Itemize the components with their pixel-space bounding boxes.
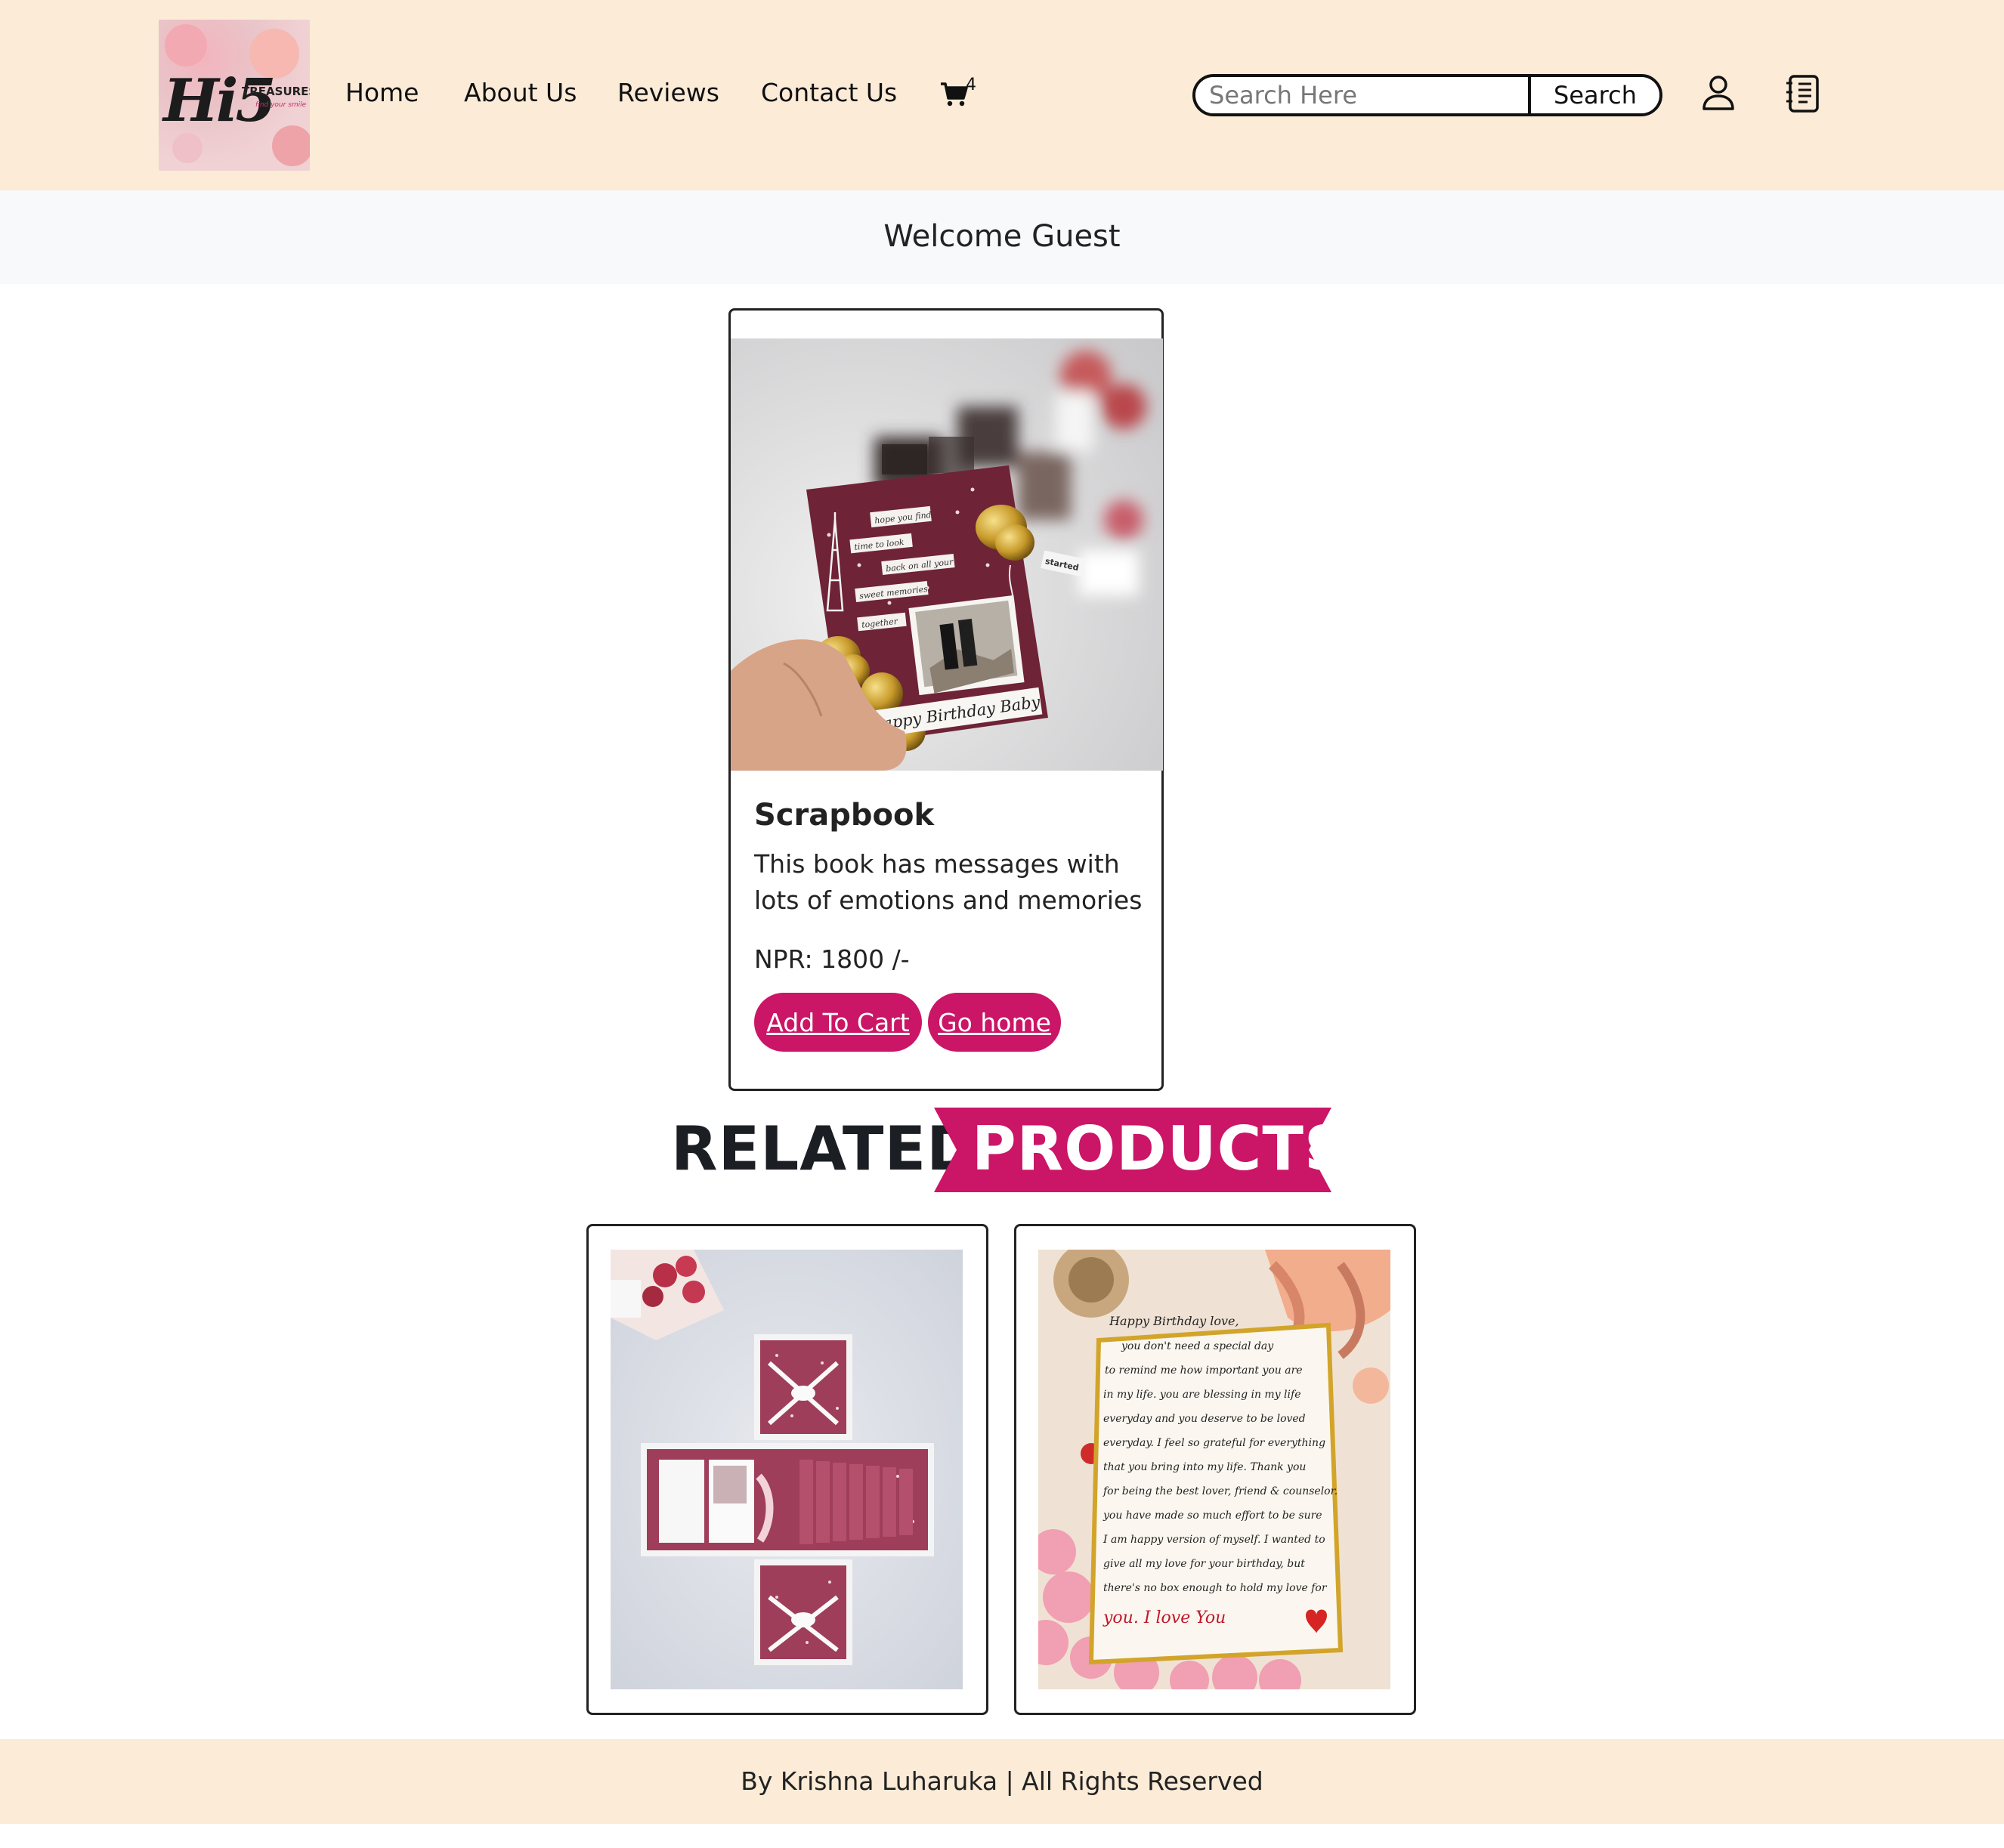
related-image-explosion-box[interactable]	[611, 1250, 963, 1689]
product-title: Scrapbook	[754, 798, 935, 833]
letter-line: give all my love for your birthday, but	[1103, 1558, 1305, 1570]
cart-count-badge: 4	[966, 76, 976, 94]
nav-reviews[interactable]: Reviews	[617, 78, 719, 107]
letter-line: everyday. I feel so grateful for everyth…	[1103, 1437, 1325, 1449]
letter-line: there's no box enough to hold my love fo…	[1103, 1582, 1328, 1594]
logo-sub-text: TREASURES	[242, 85, 310, 98]
cart-icon[interactable]	[940, 82, 969, 107]
go-home-button[interactable]: Go home	[928, 993, 1061, 1052]
welcome-text: Welcome Guest	[883, 219, 1121, 254]
logo-flower-decoration	[165, 24, 207, 66]
product-price: NPR: 1800 /-	[754, 944, 910, 974]
add-to-cart-button[interactable]: Add To Cart	[754, 993, 922, 1052]
nav-contact-us[interactable]: Contact Us	[761, 78, 897, 107]
nav-home[interactable]: Home	[345, 78, 419, 107]
letter-line: in my life. you are blessing in my life	[1103, 1389, 1300, 1401]
user-account-icon[interactable]	[1702, 76, 1735, 110]
related-image-love-letter[interactable]: Happy Birthday love, you don't need a sp…	[1038, 1250, 1390, 1689]
logo-flower-decoration	[172, 133, 203, 163]
letter-line: you don't need a special day	[1121, 1340, 1274, 1352]
orders-list-icon[interactable]	[1785, 73, 1820, 113]
logo-flower-decoration	[272, 125, 310, 166]
nav-about-us[interactable]: About Us	[464, 78, 577, 107]
logo-tagline: find your smile	[255, 101, 307, 109]
product-description: This book has messages with lots of emot…	[754, 849, 1143, 915]
footer-copyright: By Krishna Luharuka | All Rights Reserve…	[741, 1766, 1263, 1796]
letter-line: Happy Birthday love,	[1109, 1314, 1239, 1328]
letter-line: you. I love You	[1103, 1609, 1226, 1627]
letter-line: for being the best lover, friend & couns…	[1103, 1485, 1338, 1497]
product-image-scrapbook: hope you find time to look back on all y…	[731, 338, 1163, 771]
letter-line: to remind me how important you are	[1105, 1364, 1303, 1377]
letter-line: that you bring into my life. Thank you	[1103, 1461, 1306, 1473]
related-heading-part2: PRODUCTS	[972, 1114, 1349, 1184]
letter-line: I am happy version of myself. I wanted t…	[1103, 1534, 1325, 1546]
search-button[interactable]: Search	[1528, 77, 1659, 113]
letter-line: you have made so much effort to be sure	[1103, 1510, 1322, 1522]
brand-logo[interactable]: Hi5 TREASURES find your smile	[159, 20, 310, 171]
search-input[interactable]	[1195, 77, 1542, 113]
search-form: Search	[1192, 74, 1662, 116]
related-heading-part1: RELATED	[671, 1114, 978, 1184]
letter-line: everyday and you deserve to be loved	[1103, 1413, 1306, 1425]
